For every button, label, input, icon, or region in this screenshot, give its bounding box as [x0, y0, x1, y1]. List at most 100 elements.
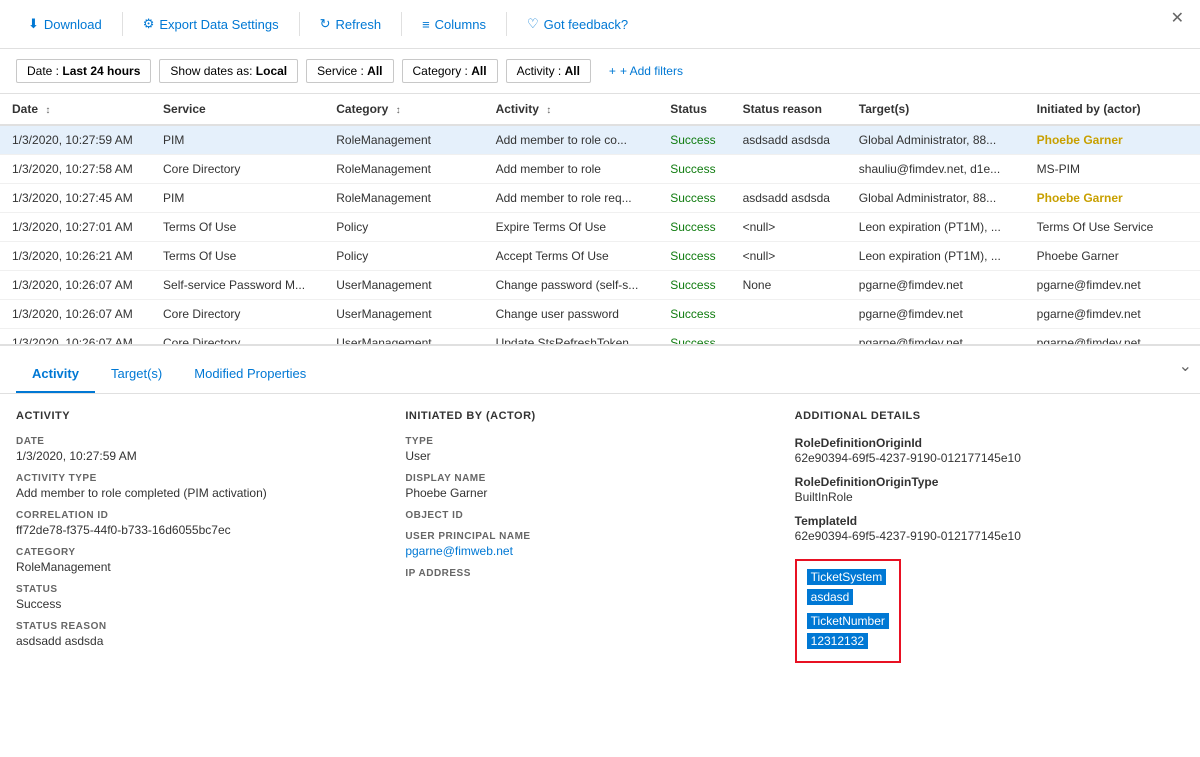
cell-status: Success: [658, 242, 730, 271]
table-row[interactable]: 1/3/2020, 10:27:01 AMTerms Of UsePolicyE…: [0, 213, 1200, 242]
template-id-key: TemplateId: [795, 514, 1160, 528]
col-targets[interactable]: Target(s): [847, 94, 1025, 125]
ticket-system-value[interactable]: asdasd: [807, 589, 854, 605]
cell-status: Success: [658, 271, 730, 300]
add-filters-label: + Add filters: [620, 64, 683, 78]
cell-initiated: Phoebe Garner: [1025, 242, 1200, 271]
table-header-row: Date ↕ Service Category ↕ Activity ↕ Sta…: [0, 94, 1200, 125]
table-row[interactable]: 1/3/2020, 10:26:07 AMCore DirectoryUserM…: [0, 300, 1200, 329]
activity-filter[interactable]: Activity : All: [506, 59, 591, 83]
export-icon: ⚙: [143, 16, 155, 32]
download-label: Download: [44, 17, 102, 32]
role-origin-id-val: 62e90394-69f5-4237-9190-012177145e10: [795, 451, 1160, 465]
tab-targets[interactable]: Target(s): [95, 356, 178, 393]
table-row[interactable]: 1/3/2020, 10:27:59 AMPIMRoleManagementAd…: [0, 125, 1200, 155]
activity-value: All: [565, 64, 580, 78]
role-origin-type-key: RoleDefinitionOriginType: [795, 475, 1160, 489]
refresh-button[interactable]: ↻ Refresh: [308, 10, 393, 38]
cell-date: 1/3/2020, 10:27:45 AM: [0, 184, 151, 213]
detail-status-reason-key: STATUS REASON: [16, 621, 381, 632]
download-button[interactable]: ⬇ Download: [16, 10, 114, 38]
cell-date: 1/3/2020, 10:27:59 AM: [0, 125, 151, 155]
cell-date: 1/3/2020, 10:27:01 AM: [0, 213, 151, 242]
detail-date-key: DATE: [16, 436, 381, 447]
detail-activity-type: ACTIVITY TYPE Add member to role complet…: [16, 473, 381, 500]
table-row[interactable]: 1/3/2020, 10:26:21 AMTerms Of UsePolicyA…: [0, 242, 1200, 271]
activity-col-title: ACTIVITY: [16, 410, 381, 422]
export-button[interactable]: ⚙ Export Data Settings: [131, 10, 291, 38]
cell-date: 1/3/2020, 10:26:07 AM: [0, 329, 151, 345]
collapse-details-button[interactable]: ⌄: [1171, 356, 1200, 376]
sort-category-icon: ↕: [396, 105, 401, 116]
cell-initiated-highlighted[interactable]: Phoebe Garner: [1037, 133, 1123, 147]
cell-activity: Change password (self-s...: [484, 271, 659, 300]
date-filter[interactable]: Date : Last 24 hours: [16, 59, 151, 83]
col-status-reason[interactable]: Status reason: [731, 94, 847, 125]
feedback-label: Got feedback?: [544, 17, 629, 32]
tab-activity[interactable]: Activity: [16, 356, 95, 393]
cell-service: Terms Of Use: [151, 213, 324, 242]
table-row[interactable]: 1/3/2020, 10:26:07 AMSelf-service Passwo…: [0, 271, 1200, 300]
initiated-col-title: INITIATED BY (ACTOR): [405, 410, 770, 422]
ticket-system-label[interactable]: TicketSystem: [807, 569, 887, 585]
filter-bar: Date : Last 24 hours Show dates as: Loca…: [0, 49, 1200, 94]
cell-service: Core Directory: [151, 300, 324, 329]
tab-modified-properties[interactable]: Modified Properties: [178, 356, 322, 393]
detail-type: TYPE User: [405, 436, 770, 463]
category-filter[interactable]: Category : All: [402, 59, 498, 83]
ticket-number-label[interactable]: TicketNumber: [807, 613, 889, 629]
additional-col-title: ADDITIONAL DETAILS: [795, 410, 1160, 422]
ticket-number-row: TicketNumber 12312132: [805, 611, 891, 651]
add-filters-button[interactable]: + + Add filters: [599, 60, 693, 82]
cell-status: Success: [658, 125, 730, 155]
table-row[interactable]: 1/3/2020, 10:26:07 AMCore DirectoryUserM…: [0, 329, 1200, 345]
cell-targets: Global Administrator, 88...: [847, 184, 1025, 213]
ticket-number-value[interactable]: 12312132: [807, 633, 868, 649]
refresh-icon: ↻: [320, 16, 331, 32]
cell-category: UserManagement: [324, 300, 483, 329]
table-row[interactable]: 1/3/2020, 10:27:45 AMPIMRoleManagementAd…: [0, 184, 1200, 213]
table-row[interactable]: 1/3/2020, 10:27:58 AMCore DirectoryRoleM…: [0, 155, 1200, 184]
detail-status-val: Success: [16, 597, 381, 611]
detail-upn-val[interactable]: pgarne@fimweb.net: [405, 544, 770, 558]
download-icon: ⬇: [28, 16, 39, 32]
cell-initiated-highlighted[interactable]: Phoebe Garner: [1037, 191, 1123, 205]
detail-date: DATE 1/3/2020, 10:27:59 AM: [16, 436, 381, 463]
cell-category: RoleManagement: [324, 125, 483, 155]
col-activity[interactable]: Activity ↕: [484, 94, 659, 125]
show-dates-filter[interactable]: Show dates as: Local: [159, 59, 298, 83]
additional-template-id: TemplateId 62e90394-69f5-4237-9190-01217…: [795, 514, 1160, 543]
feedback-button[interactable]: ♡ Got feedback?: [515, 10, 640, 38]
col-service[interactable]: Service: [151, 94, 324, 125]
cell-date: 1/3/2020, 10:27:58 AM: [0, 155, 151, 184]
audit-log-table-container: Date ↕ Service Category ↕ Activity ↕ Sta…: [0, 94, 1200, 344]
cell-status-reason: None: [731, 271, 847, 300]
service-filter[interactable]: Service : All: [306, 59, 393, 83]
cell-status-reason: [731, 329, 847, 345]
refresh-label: Refresh: [336, 17, 382, 32]
cell-initiated: MS-PIM: [1025, 155, 1200, 184]
details-section-wrapper: Activity Target(s) Modified Properties ⌄: [0, 346, 1200, 394]
col-category[interactable]: Category ↕: [324, 94, 483, 125]
cell-date: 1/3/2020, 10:26:07 AM: [0, 300, 151, 329]
cell-status-reason: asdsadd asdsda: [731, 184, 847, 213]
cell-initiated: pgarne@fimdev.net: [1025, 271, 1200, 300]
close-button[interactable]: ✕: [1171, 8, 1184, 28]
columns-icon: ≡: [422, 17, 430, 32]
col-date[interactable]: Date ↕: [0, 94, 151, 125]
detail-correlation-id-val: ff72de78-f375-44f0-b733-16d6055bc7ec: [16, 523, 381, 537]
cell-activity: Add member to role co...: [484, 125, 659, 155]
service-value: All: [367, 64, 382, 78]
cell-service: Self-service Password M...: [151, 271, 324, 300]
detail-date-val: 1/3/2020, 10:27:59 AM: [16, 449, 381, 463]
detail-status-reason: STATUS REASON asdsadd asdsda: [16, 621, 381, 648]
toolbar-divider-4: [506, 12, 507, 36]
col-status[interactable]: Status: [658, 94, 730, 125]
col-initiated[interactable]: Initiated by (actor): [1025, 94, 1200, 125]
detail-display-name-val: Phoebe Garner: [405, 486, 770, 500]
detail-upn-key: USER PRINCIPAL NAME: [405, 531, 770, 542]
cell-service: Core Directory: [151, 155, 324, 184]
cell-category: RoleManagement: [324, 155, 483, 184]
columns-button[interactable]: ≡ Columns: [410, 11, 498, 38]
detail-activity-type-key: ACTIVITY TYPE: [16, 473, 381, 484]
